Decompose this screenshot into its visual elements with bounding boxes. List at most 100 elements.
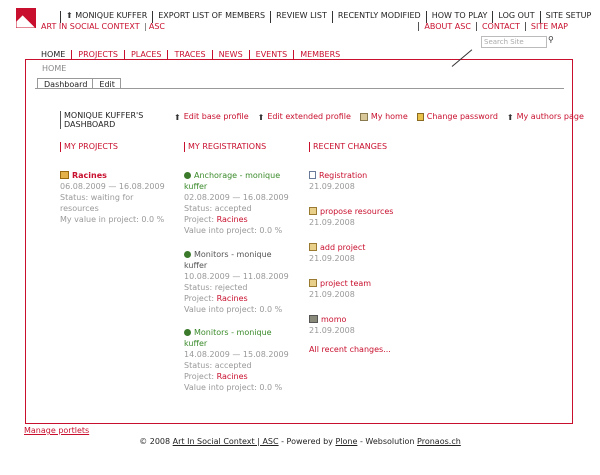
profile-actions: ⬆ Edit base profile ⬆ Edit extended profil… (174, 112, 593, 122)
project-link[interactable]: Racines (60, 170, 170, 181)
nav-events[interactable]: EVENTS (248, 50, 294, 59)
nav-home[interactable]: HOME (41, 50, 71, 59)
nav-members[interactable]: MEMBERS (293, 50, 346, 59)
page-icon (309, 207, 317, 215)
recent-date: 21.09.2008 (309, 254, 355, 263)
page-icon (309, 279, 317, 287)
recent-item: Registration 21.09.2008 (309, 170, 367, 192)
breadcrumb: HOME (42, 64, 67, 73)
recent-title[interactable]: project team (320, 279, 371, 288)
registration-project-link[interactable]: Racines (217, 372, 248, 381)
project-dates: 06.08.2009 — 16.08.2009 (60, 182, 165, 191)
project-status: Status: waiting for resources (60, 193, 134, 213)
change-password-link[interactable]: Change password (416, 112, 498, 121)
recent-title[interactable]: momo (321, 315, 346, 324)
registration-project-link[interactable]: Racines (217, 215, 248, 224)
project-name[interactable]: Racines (72, 171, 107, 180)
site-name-separator: | (144, 22, 147, 31)
recent-link[interactable]: propose resources (309, 206, 393, 217)
my-home-link[interactable]: My home (359, 112, 408, 121)
registration-project: Project: Racines (184, 293, 294, 304)
recent-item: momo 21.09.2008 (309, 314, 355, 336)
footer-pronaos-link[interactable]: Pronaos.ch (417, 437, 461, 446)
registration-link[interactable]: Monitors - monique kuffer (184, 249, 294, 271)
manage-portlets-link[interactable]: Manage portlets (24, 426, 89, 435)
recently-modified-link[interactable]: RECENTLY MODIFIED (331, 11, 426, 23)
nav-traces[interactable]: TRACES (167, 50, 211, 59)
site-abbr[interactable]: ASC (149, 22, 165, 31)
about-link[interactable]: ABOUT ASC (418, 22, 476, 31)
recent-title[interactable]: add project (320, 243, 365, 252)
registration-name[interactable]: Monitors - monique kuffer (184, 250, 272, 270)
nav-news[interactable]: NEWS (211, 50, 249, 59)
review-list-link[interactable]: REVIEW LIST (270, 11, 332, 23)
recent-link[interactable]: Registration (309, 170, 367, 181)
my-home-label: My home (370, 112, 408, 121)
page-icon (309, 243, 317, 251)
registration-dates: 10.08.2009 — 11.08.2009 (184, 272, 289, 281)
registration-icon (184, 329, 191, 336)
nav-places[interactable]: PLACES (123, 50, 168, 59)
tab-divider (35, 88, 564, 89)
my-authors-page-link[interactable]: ⬆ My authors page (506, 112, 584, 122)
recent-title[interactable]: Registration (319, 171, 367, 180)
home-icon (359, 112, 368, 121)
registration-project-link[interactable]: Racines (217, 294, 248, 303)
registration-project: Project: Racines (184, 371, 294, 382)
main-navigation: HOME PROJECTS PLACES TRACES NEWS EVENTS … (41, 50, 346, 59)
recent-link[interactable]: add project (309, 242, 365, 253)
footer-site-link[interactable]: Art In Social Context | ASC (173, 437, 279, 446)
registration-item: Monitors - monique kuffer 10.08.2009 — 1… (184, 249, 294, 315)
recent-title[interactable]: propose resources (320, 207, 393, 216)
registration-project-label: Project: (184, 372, 215, 381)
registration-status: Status: accepted (184, 204, 252, 213)
project-value: My value in project: 0.0 % (60, 215, 165, 224)
registration-icon (184, 172, 191, 179)
registration-project-label: Project: (184, 294, 215, 303)
edit-extended-profile-link[interactable]: ⬆ Edit extended profile (257, 112, 351, 122)
sitemap-link[interactable]: SITE MAP (524, 22, 573, 31)
registration-name[interactable]: Anchorage - monique kuffer (184, 171, 280, 191)
recent-changes-header: RECENT CHANGES (309, 142, 387, 152)
registration-value: Value into project: 0.0 % (184, 305, 283, 314)
recent-date: 21.09.2008 (309, 218, 355, 227)
project-item: Racines 06.08.2009 — 16.08.2009 Status: … (60, 170, 170, 225)
recent-item: add project 21.09.2008 (309, 242, 365, 264)
recent-link[interactable]: momo (309, 314, 355, 325)
user-icon: ⬆ (66, 11, 76, 20)
recent-link[interactable]: project team (309, 278, 371, 289)
change-password-label: Change password (426, 112, 498, 121)
nav-projects[interactable]: PROJECTS (71, 50, 124, 59)
registration-icon (184, 251, 191, 258)
all-recent-changes-link[interactable]: All recent changes... (309, 344, 391, 355)
site-name[interactable]: ART IN SOCIAL CONTEXT | ASC (41, 22, 165, 31)
search-icon[interactable]: ⚲ (548, 35, 554, 44)
contact-link[interactable]: CONTACT (475, 22, 525, 31)
edit-base-profile-label: Edit base profile (183, 112, 249, 121)
edit-extended-profile-label: Edit extended profile (267, 112, 351, 121)
registration-project-label: Project: (184, 215, 215, 224)
recent-item: propose resources 21.09.2008 (309, 206, 393, 228)
export-members-link[interactable]: EXPORT LIST OF MEMBERS (152, 11, 270, 23)
footer-copyright: © 2008 (139, 437, 171, 446)
registration-value: Value into project: 0.0 % (184, 383, 283, 392)
footer-plone-link[interactable]: Plone (335, 437, 357, 446)
registration-link[interactable]: Monitors - monique kuffer (184, 327, 294, 349)
registration-name[interactable]: Monitors - monique kuffer (184, 328, 272, 348)
profile-icon: ⬆ (174, 113, 181, 122)
recent-date: 21.09.2008 (309, 182, 355, 191)
author-icon: ⬆ (506, 113, 514, 122)
site-logo[interactable] (16, 8, 36, 28)
recent-date: 21.09.2008 (309, 326, 355, 335)
recent-date: 21.09.2008 (309, 290, 355, 299)
project-icon (60, 171, 69, 179)
edit-base-profile-link[interactable]: ⬆ Edit base profile (174, 112, 249, 122)
registration-item: Monitors - monique kuffer 14.08.2009 — 1… (184, 327, 294, 393)
registration-status: Status: accepted (184, 361, 252, 370)
search-input[interactable]: Search Site (481, 36, 547, 48)
registration-link[interactable]: Anchorage - monique kuffer (184, 170, 294, 192)
site-name-text[interactable]: ART IN SOCIAL CONTEXT (41, 22, 140, 31)
document-icon (309, 171, 316, 179)
my-registrations-header: MY REGISTRATIONS (184, 142, 266, 152)
profile-icon: ⬆ (257, 113, 265, 122)
